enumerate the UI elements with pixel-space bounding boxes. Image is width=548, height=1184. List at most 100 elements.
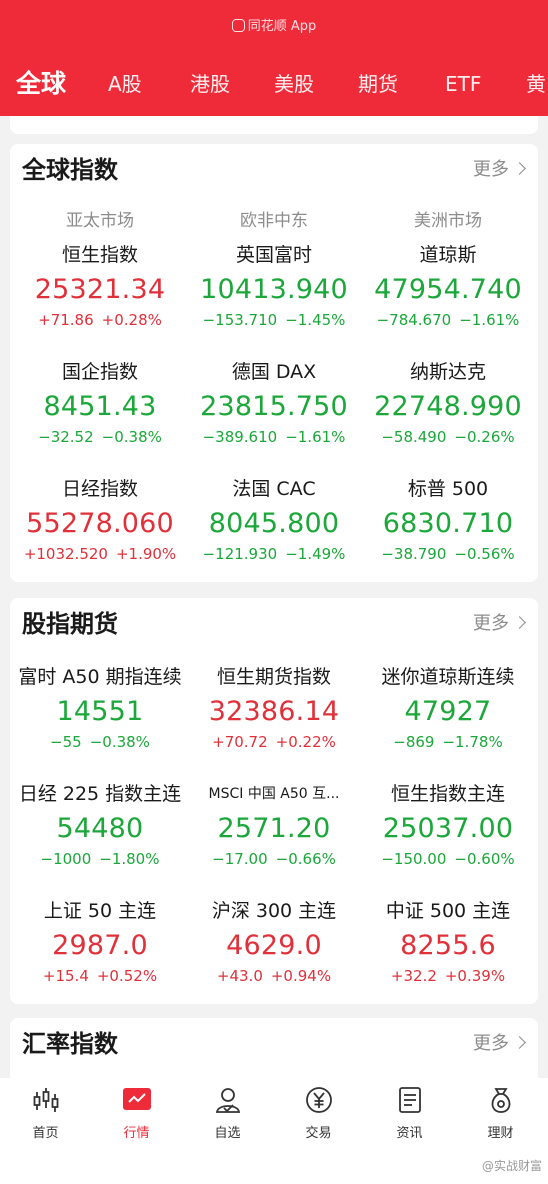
quote-name: 日经 225 指数主连 [18,783,182,805]
quote-change: −784.670 −1.61% [360,310,536,330]
quote-cell[interactable]: 法国 CAC 8045.800 −121.930 −1.49% [186,476,362,564]
change-percent: −0.38% [101,428,162,446]
quote-cell[interactable]: 英国富时 10413.940 −153.710 −1.45% [186,242,362,330]
tab-hk[interactable]: 港股 [190,62,230,106]
bottom-nav: 首页 行情 自选 交易 资讯 理财 @实战财富 [0,1078,548,1184]
more-link[interactable]: 更多 [473,150,526,190]
quote-name: 中证 500 主连 [385,900,511,922]
chevron-right-icon [513,616,526,629]
quote-cell[interactable]: 道琼斯 47954.740 −784.670 −1.61% [360,242,536,330]
change-percent: +0.52% [96,967,158,985]
nav-watchlist[interactable]: 自选 [182,1086,273,1141]
more-link[interactable]: 更多 [473,604,526,644]
quote-cell[interactable]: 纳斯达克 22748.990 −58.490 −0.26% [360,359,536,447]
change-percent: −0.66% [275,850,336,868]
quote-cell[interactable]: 恒生指数主连 25037.00 −150.00 −0.60% [360,781,536,869]
quote-name: 沪深 300 主连 [211,900,337,922]
change-value: −58.490 [381,428,447,446]
more-label: 更多 [473,159,509,180]
quote-cell[interactable]: 沪深 300 主连 4629.0 +43.0 +0.94% [186,898,362,986]
quote-name: 恒生期货指数 [216,666,331,688]
nav-news[interactable]: 资讯 [364,1086,455,1141]
change-percent: −1.45% [285,311,346,329]
nav-wealth[interactable]: 理财 [455,1086,546,1141]
quote-cell[interactable]: 中证 500 主连 8255.6 +32.2 +0.39% [360,898,536,986]
quote-change: −58.490 −0.26% [360,427,536,447]
quote-cell[interactable]: 标普 500 6830.710 −38.790 −0.56% [360,476,536,564]
change-value: −389.610 [202,428,278,446]
quote-cell[interactable]: 恒生指数 25321.34 +71.86 +0.28% [12,242,188,330]
nav-trade[interactable]: 交易 [273,1086,364,1141]
more-label: 更多 [473,613,509,634]
quote-cell[interactable]: 恒生期货指数 32386.14 +70.72 +0.22% [186,664,362,752]
nav-market[interactable]: 行情 [91,1086,182,1141]
change-percent: +1.90% [115,545,177,563]
quote-change: +70.72 +0.22% [186,732,362,752]
market-tabs: 全球 A股 港股 美股 期货 ETF 黄 [0,62,548,106]
change-percent: +0.28% [101,311,162,329]
futures-card: 股指期货 更多 富时 A50 期指连续 14551 −55 −0.38% 恒生期货指数 3… [10,598,538,1004]
quote-name: 恒生指数 [61,244,138,266]
app-badge-label: 同花顺 App [247,19,317,34]
quote-change: −1000 −1.80% [12,849,188,869]
tab-global[interactable]: 全球 [16,62,66,106]
nav-label: 资讯 [396,1126,423,1141]
change-percent: +0.94% [270,967,332,985]
region-asia: 亚太市场 [66,211,134,231]
change-value: −784.670 [376,311,452,329]
quote-cell[interactable]: 迷你道琼斯连续 47927 −869 −1.78% [360,664,536,752]
quote-cell[interactable]: 德国 DAX 23815.750 −389.610 −1.61% [186,359,362,447]
quote-price: 55278.060 [26,508,174,539]
quote-price: 2987.0 [52,930,148,961]
quote-price: 54480 [56,813,144,844]
chevron-right-icon [513,1036,526,1049]
tab-etf[interactable]: ETF [445,62,481,106]
nav-label: 首页 [32,1126,59,1141]
quote-change: −121.930 −1.49% [186,544,362,564]
quote-price: 14551 [56,696,144,727]
change-percent: −0.38% [89,733,150,751]
quote-change: +43.0 +0.94% [186,966,362,986]
change-percent: −1.78% [442,733,503,751]
change-value: +43.0 [216,967,263,985]
quote-cell[interactable]: 富时 A50 期指连续 14551 −55 −0.38% [12,664,188,752]
quote-change: −17.00 −0.66% [186,849,362,869]
more-link[interactable]: 更多 [473,1024,526,1064]
change-value: −32.52 [38,428,94,446]
change-value: +71.86 [38,311,94,329]
quote-cell[interactable]: MSCI 中国 A50 互... 2571.20 −17.00 −0.66% [186,781,362,869]
change-percent: +0.22% [275,733,336,751]
quote-cell[interactable]: 日经 225 指数主连 54480 −1000 −1.80% [12,781,188,869]
change-value: −869 [393,733,435,751]
quote-change: −55 −0.38% [12,732,188,752]
tab-a-share[interactable]: A股 [108,62,142,106]
quote-cell[interactable]: 日经指数 55278.060 +1032.520 +1.90% [12,476,188,564]
card-title: 股指期货 [22,610,118,638]
quote-name: 恒生指数主连 [390,783,505,805]
quote-name: 上证 50 主连 [43,900,157,922]
quote-price: 10413.940 [200,274,348,305]
global-index-card: 全球指数 更多 亚太市场 欧非中东 美洲市场 恒生指数 25321.34 +71.8… [10,144,538,582]
nav-home[interactable]: 首页 [0,1086,91,1141]
change-percent: −0.56% [454,545,515,563]
quote-price: 8045.800 [208,508,340,539]
quote-change: −38.790 −0.56% [360,544,536,564]
yen-coin-icon [305,1086,333,1114]
quote-price: 22748.990 [374,391,522,422]
quote-name: 道琼斯 [419,244,477,266]
quote-price: 8451.43 [43,391,157,422]
tab-futures[interactable]: 期货 [358,62,398,106]
change-value: +15.4 [42,967,89,985]
change-value: −150.00 [381,850,447,868]
quote-change: −869 −1.78% [360,732,536,752]
tab-gold[interactable]: 黄 [526,62,546,106]
quote-price: 6830.710 [382,508,514,539]
quote-cell[interactable]: 上证 50 主连 2987.0 +15.4 +0.52% [12,898,188,986]
more-label: 更多 [473,1033,509,1054]
tab-us[interactable]: 美股 [274,62,314,106]
change-percent: −1.61% [285,428,346,446]
change-value: −121.930 [202,545,278,563]
quote-cell[interactable]: 国企指数 8451.43 −32.52 −0.38% [12,359,188,447]
quote-price: 8255.6 [400,930,496,961]
quote-change: +1032.520 +1.90% [12,544,188,564]
